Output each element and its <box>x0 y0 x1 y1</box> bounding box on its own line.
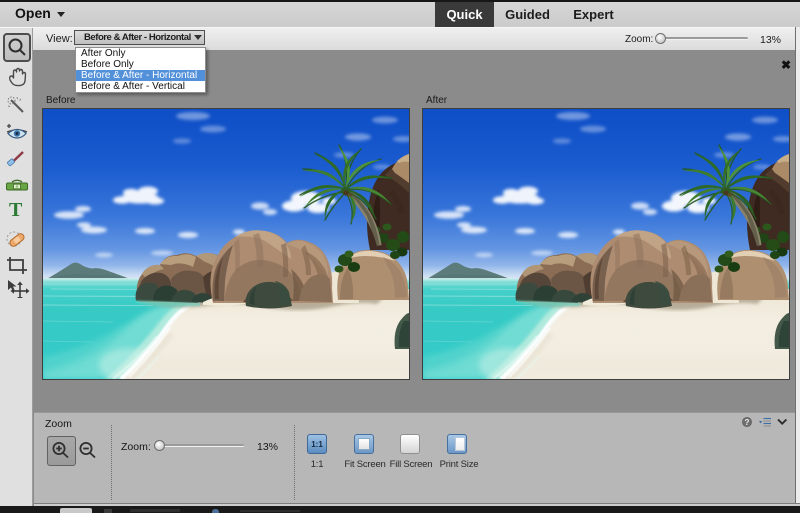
svg-text:T: T <box>9 199 23 221</box>
svg-text:?: ? <box>745 418 750 427</box>
